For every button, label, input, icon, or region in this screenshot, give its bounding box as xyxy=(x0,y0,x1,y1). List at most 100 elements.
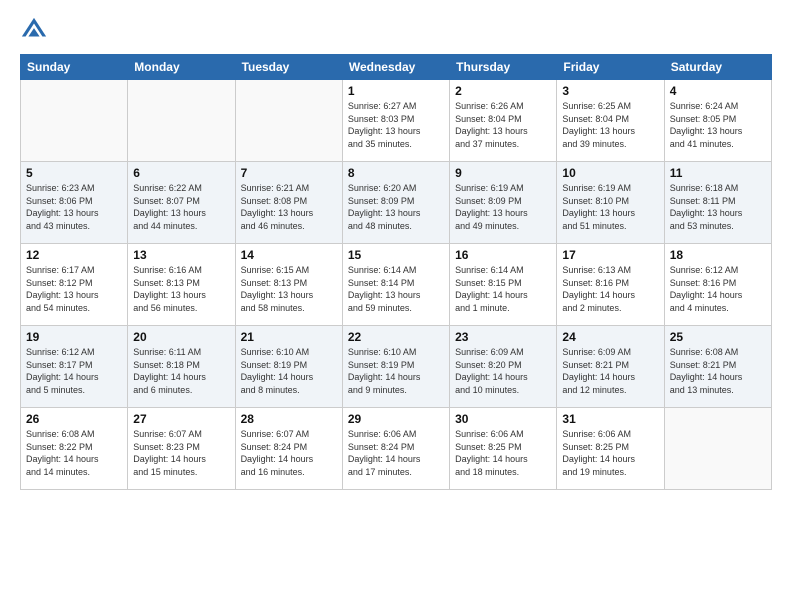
day-number: 20 xyxy=(133,330,229,344)
calendar-week-row: 19 Sunrise: 6:12 AM Sunset: 8:17 PM Dayli… xyxy=(21,326,772,408)
calendar-cell: 5Sunrise: 6:23 AM Sunset: 8:06 PM Daylig… xyxy=(21,162,128,244)
day-info: Sunrise: 6:18 AM Sunset: 8:11 PM Dayligh… xyxy=(670,182,766,232)
calendar-cell: 21 Sunrise: 6:10 AM Sunset: 8:19 PM Dayli… xyxy=(235,326,342,408)
calendar-week-row: 5Sunrise: 6:23 AM Sunset: 8:06 PM Daylig… xyxy=(21,162,772,244)
weekday-header-row: SundayMondayTuesdayWednesdayThursdayFrid… xyxy=(21,55,772,80)
day-info: Sunrise: 6:24 AM Sunset: 8:05 PM Dayligh… xyxy=(670,100,766,150)
calendar-cell: 27 Sunrise: 6:07 AM Sunset: 8:23 PM Dayli… xyxy=(128,408,235,490)
calendar-cell xyxy=(128,80,235,162)
day-info: Sunrise: 6:10 AM Sunset: 8:19 PM Dayligh… xyxy=(348,346,444,396)
calendar-cell xyxy=(235,80,342,162)
calendar-cell: 16 Sunrise: 6:14 AM Sunset: 8:15 PM Dayli… xyxy=(450,244,557,326)
day-number: 7 xyxy=(241,166,337,180)
day-number: 11 xyxy=(670,166,766,180)
calendar-cell: 22 Sunrise: 6:10 AM Sunset: 8:19 PM Dayli… xyxy=(342,326,449,408)
calendar-cell: 31 Sunrise: 6:06 AM Sunset: 8:25 PM Dayli… xyxy=(557,408,664,490)
weekday-header-saturday: Saturday xyxy=(664,55,771,80)
calendar-cell: 8 Sunrise: 6:20 AM Sunset: 8:09 PM Daylig… xyxy=(342,162,449,244)
day-number: 22 xyxy=(348,330,444,344)
day-info: Sunrise: 6:08 AM Sunset: 8:21 PM Dayligh… xyxy=(670,346,766,396)
weekday-header-monday: Monday xyxy=(128,55,235,80)
day-number: 12 xyxy=(26,248,122,262)
day-number: 16 xyxy=(455,248,551,262)
day-info: Sunrise: 6:12 AM Sunset: 8:17 PM Dayligh… xyxy=(26,346,122,396)
calendar-cell: 1 Sunrise: 6:27 AM Sunset: 8:03 PM Daylig… xyxy=(342,80,449,162)
calendar-cell: 24 Sunrise: 6:09 AM Sunset: 8:21 PM Dayli… xyxy=(557,326,664,408)
day-info: Sunrise: 6:07 AM Sunset: 8:24 PM Dayligh… xyxy=(241,428,337,478)
header xyxy=(20,16,772,44)
day-number: 14 xyxy=(241,248,337,262)
day-info: Sunrise: 6:09 AM Sunset: 8:20 PM Dayligh… xyxy=(455,346,551,396)
calendar-cell: 4 Sunrise: 6:24 AM Sunset: 8:05 PM Daylig… xyxy=(664,80,771,162)
day-info: Sunrise: 6:19 AM Sunset: 8:09 PM Dayligh… xyxy=(455,182,551,232)
day-number: 28 xyxy=(241,412,337,426)
day-info: Sunrise: 6:06 AM Sunset: 8:24 PM Dayligh… xyxy=(348,428,444,478)
day-number: 1 xyxy=(348,84,444,98)
calendar-week-row: 1 Sunrise: 6:27 AM Sunset: 8:03 PM Daylig… xyxy=(21,80,772,162)
day-number: 15 xyxy=(348,248,444,262)
day-info: Sunrise: 6:27 AM Sunset: 8:03 PM Dayligh… xyxy=(348,100,444,150)
day-number: 4 xyxy=(670,84,766,98)
day-info: Sunrise: 6:08 AM Sunset: 8:22 PM Dayligh… xyxy=(26,428,122,478)
calendar-cell: 26 Sunrise: 6:08 AM Sunset: 8:22 PM Dayli… xyxy=(21,408,128,490)
calendar-table: SundayMondayTuesdayWednesdayThursdayFrid… xyxy=(20,54,772,490)
day-info: Sunrise: 6:12 AM Sunset: 8:16 PM Dayligh… xyxy=(670,264,766,314)
day-number: 19 xyxy=(26,330,122,344)
day-info: Sunrise: 6:07 AM Sunset: 8:23 PM Dayligh… xyxy=(133,428,229,478)
day-info: Sunrise: 6:20 AM Sunset: 8:09 PM Dayligh… xyxy=(348,182,444,232)
page: SundayMondayTuesdayWednesdayThursdayFrid… xyxy=(0,0,792,612)
day-number: 2 xyxy=(455,84,551,98)
calendar-cell: 23 Sunrise: 6:09 AM Sunset: 8:20 PM Dayli… xyxy=(450,326,557,408)
day-info: Sunrise: 6:06 AM Sunset: 8:25 PM Dayligh… xyxy=(562,428,658,478)
calendar-cell: 29 Sunrise: 6:06 AM Sunset: 8:24 PM Dayli… xyxy=(342,408,449,490)
day-number: 9 xyxy=(455,166,551,180)
day-info: Sunrise: 6:16 AM Sunset: 8:13 PM Dayligh… xyxy=(133,264,229,314)
calendar-cell: 18Sunrise: 6:12 AM Sunset: 8:16 PM Dayli… xyxy=(664,244,771,326)
day-number: 25 xyxy=(670,330,766,344)
day-info: Sunrise: 6:14 AM Sunset: 8:14 PM Dayligh… xyxy=(348,264,444,314)
day-info: Sunrise: 6:14 AM Sunset: 8:15 PM Dayligh… xyxy=(455,264,551,314)
weekday-header-thursday: Thursday xyxy=(450,55,557,80)
day-info: Sunrise: 6:09 AM Sunset: 8:21 PM Dayligh… xyxy=(562,346,658,396)
day-info: Sunrise: 6:17 AM Sunset: 8:12 PM Dayligh… xyxy=(26,264,122,314)
calendar-cell: 6 Sunrise: 6:22 AM Sunset: 8:07 PM Daylig… xyxy=(128,162,235,244)
day-info: Sunrise: 6:22 AM Sunset: 8:07 PM Dayligh… xyxy=(133,182,229,232)
calendar-cell: 30Sunrise: 6:06 AM Sunset: 8:25 PM Dayli… xyxy=(450,408,557,490)
calendar-cell: 7 Sunrise: 6:21 AM Sunset: 8:08 PM Daylig… xyxy=(235,162,342,244)
day-number: 3 xyxy=(562,84,658,98)
day-number: 6 xyxy=(133,166,229,180)
day-info: Sunrise: 6:10 AM Sunset: 8:19 PM Dayligh… xyxy=(241,346,337,396)
logo xyxy=(20,16,52,44)
calendar-cell: 2 Sunrise: 6:26 AM Sunset: 8:04 PM Daylig… xyxy=(450,80,557,162)
calendar-cell: 25 Sunrise: 6:08 AM Sunset: 8:21 PM Dayli… xyxy=(664,326,771,408)
day-info: Sunrise: 6:13 AM Sunset: 8:16 PM Dayligh… xyxy=(562,264,658,314)
weekday-header-sunday: Sunday xyxy=(21,55,128,80)
calendar-week-row: 26 Sunrise: 6:08 AM Sunset: 8:22 PM Dayli… xyxy=(21,408,772,490)
day-number: 27 xyxy=(133,412,229,426)
calendar-cell: 20Sunrise: 6:11 AM Sunset: 8:18 PM Dayli… xyxy=(128,326,235,408)
day-info: Sunrise: 6:06 AM Sunset: 8:25 PM Dayligh… xyxy=(455,428,551,478)
day-number: 24 xyxy=(562,330,658,344)
day-number: 8 xyxy=(348,166,444,180)
day-info: Sunrise: 6:26 AM Sunset: 8:04 PM Dayligh… xyxy=(455,100,551,150)
day-info: Sunrise: 6:15 AM Sunset: 8:13 PM Dayligh… xyxy=(241,264,337,314)
day-number: 26 xyxy=(26,412,122,426)
day-info: Sunrise: 6:21 AM Sunset: 8:08 PM Dayligh… xyxy=(241,182,337,232)
logo-icon xyxy=(20,16,48,44)
calendar-cell: 14 Sunrise: 6:15 AM Sunset: 8:13 PM Dayli… xyxy=(235,244,342,326)
calendar-cell: 13 Sunrise: 6:16 AM Sunset: 8:13 PM Dayli… xyxy=(128,244,235,326)
day-number: 29 xyxy=(348,412,444,426)
weekday-header-friday: Friday xyxy=(557,55,664,80)
calendar-cell: 9 Sunrise: 6:19 AM Sunset: 8:09 PM Daylig… xyxy=(450,162,557,244)
day-info: Sunrise: 6:25 AM Sunset: 8:04 PM Dayligh… xyxy=(562,100,658,150)
day-number: 21 xyxy=(241,330,337,344)
day-number: 5 xyxy=(26,166,122,180)
calendar-week-row: 12 Sunrise: 6:17 AM Sunset: 8:12 PM Dayli… xyxy=(21,244,772,326)
weekday-header-wednesday: Wednesday xyxy=(342,55,449,80)
day-number: 31 xyxy=(562,412,658,426)
calendar-cell: 19 Sunrise: 6:12 AM Sunset: 8:17 PM Dayli… xyxy=(21,326,128,408)
day-number: 13 xyxy=(133,248,229,262)
day-info: Sunrise: 6:19 AM Sunset: 8:10 PM Dayligh… xyxy=(562,182,658,232)
day-number: 23 xyxy=(455,330,551,344)
calendar-cell: 17Sunrise: 6:13 AM Sunset: 8:16 PM Dayli… xyxy=(557,244,664,326)
